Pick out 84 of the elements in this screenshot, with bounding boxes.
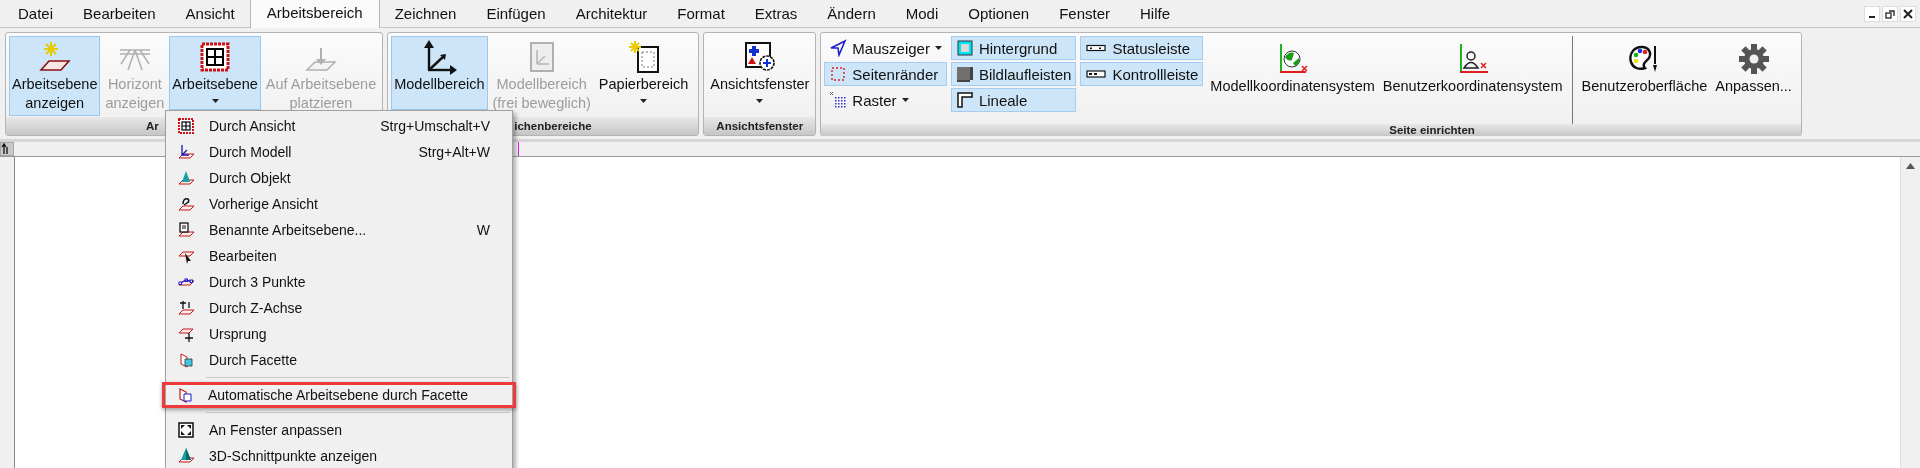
ribbon-tab[interactable]: Einfügen (471, 0, 561, 27)
ribbon-button[interactable]: Benutzeroberfläche (1578, 36, 1711, 99)
menu-item[interactable]: Automatische Arbeitsebene durch Facette (162, 382, 516, 408)
swirl-plane-icon (177, 195, 195, 213)
settings-icon (1736, 42, 1771, 76)
group-label: Seite einrichten (1389, 124, 1475, 136)
scrollbars-icon (955, 65, 974, 83)
ribbon-button[interactable]: Bildlaufleisten (950, 62, 1077, 86)
axis-plane-icon (177, 299, 195, 317)
menu-item[interactable]: An Fenster anpassen (163, 417, 515, 443)
shortcut-label: W (476, 222, 490, 238)
ribbon-tab[interactable]: Extras (739, 0, 813, 27)
pyramid-plane-icon (177, 447, 195, 465)
plane-star-icon (37, 40, 72, 74)
ribbon-button[interactable]: Modellbereich (391, 36, 488, 110)
page-star-icon (626, 40, 661, 74)
ribbon-tab[interactable]: Architektur (560, 0, 663, 27)
ribbon-button[interactable]: Hintergrund (950, 36, 1077, 60)
ruler-icon (955, 91, 974, 109)
ruler-marker (518, 142, 519, 156)
ribbon-button[interactable]: Arbeitsebene (169, 36, 261, 110)
origin-plane-icon (177, 325, 195, 343)
points-plane-icon (177, 277, 195, 287)
menu-item[interactable]: Durch Z-Achse (163, 295, 515, 321)
ruler-corner-icon (0, 142, 14, 156)
shortcut-label: Strg+Umschalt+V (380, 118, 490, 134)
shortcut-label: Strg+Alt+W (418, 144, 490, 160)
ribbon-tab[interactable]: Ändern (812, 0, 891, 27)
ribbon-button[interactable]: Modellkoordinatensystem (1207, 36, 1378, 99)
menu-item[interactable]: Durch 3 Punkte (163, 269, 515, 295)
group-label: ichenbereiche (514, 120, 592, 132)
ribbon-tab[interactable]: Hilfe (1125, 0, 1185, 27)
menu-item[interactable]: Durch Ansicht Strg+Umschalt+V (163, 113, 515, 139)
menu-item[interactable]: Durch Objekt (163, 165, 515, 191)
menu-item[interactable]: Durch Facette (163, 347, 515, 373)
ribbon-button[interactable]: Statusleiste (1080, 36, 1204, 60)
menu-item[interactable]: Durch Modell Strg+Alt+W (163, 139, 515, 165)
ribbon-button[interactable]: Benutzerkoordinatensystem (1379, 36, 1566, 99)
dot-grid-icon (829, 91, 848, 109)
ribbon-button[interactable]: Mauszeiger (824, 36, 947, 60)
grid-square-icon (177, 117, 195, 135)
ribbon-tab[interactable]: Ansicht (170, 0, 250, 27)
menu-item[interactable]: Benannte Arbeitsebene... W (163, 217, 515, 243)
menu-item[interactable]: Bearbeiten (163, 243, 515, 269)
menu-item[interactable]: 3D-Schnittpunkte anzeigen (163, 443, 515, 468)
menu-item[interactable]: Ursprung (163, 321, 515, 347)
axes-plane-icon (177, 143, 195, 161)
grid-square-icon (198, 40, 233, 74)
ribbon-tab[interactable]: Optionen (953, 0, 1045, 27)
ribbon-button[interactable]: Papierbereich (595, 36, 692, 110)
ribbon-tab[interactable]: Zeichnen (379, 0, 472, 27)
facet-icon (176, 386, 194, 404)
facet-icon (177, 351, 195, 369)
ribbon-tab[interactable]: Fenster (1044, 0, 1125, 27)
ribbon-button[interactable]: Ansichtsfenster (707, 36, 813, 110)
ribbon-tab[interactable]: Bearbeiten (68, 0, 171, 27)
fit-window-icon (177, 421, 195, 439)
restore-button[interactable] (1882, 5, 1898, 22)
ribbon-button[interactable]: Lineale (950, 88, 1077, 112)
group-label: Ar (146, 120, 159, 132)
status-bar-icon (1085, 44, 1108, 52)
pyramid-plane-icon (177, 169, 195, 187)
ribbon-tab[interactable]: Modi (890, 0, 954, 27)
ribbon-button[interactable]: Seitenränder (824, 62, 947, 86)
menu-item[interactable]: Vorherige Ansicht (163, 191, 515, 217)
dotted-square-icon (829, 65, 848, 83)
ribbon-tab[interactable]: Datei (3, 0, 69, 27)
close-button[interactable] (1900, 5, 1916, 22)
background-icon (955, 39, 974, 57)
minimize-button[interactable] (1864, 5, 1880, 22)
close-icon (1903, 8, 1913, 19)
ribbon-button[interactable]: Raster (824, 88, 947, 112)
list-plane-icon (177, 221, 195, 239)
viewport-icon (742, 40, 777, 74)
restore-icon (1885, 8, 1895, 19)
ribbon-tab[interactable]: Arbeitsbereich (249, 0, 380, 28)
cursor-icon (829, 39, 848, 57)
ribbon-button[interactable]: Kontrollleiste (1080, 62, 1204, 86)
ribbon-button[interactable]: Anpassen... (1712, 36, 1795, 99)
ribbon-tab[interactable]: Format (662, 0, 740, 27)
scroll-up-icon[interactable] (1906, 163, 1915, 169)
group-label: Ansichtsfenster (716, 120, 804, 132)
ribbon-button[interactable]: Arbeitsebene anzeigen (9, 36, 101, 116)
minimize-icon (1869, 15, 1875, 18)
